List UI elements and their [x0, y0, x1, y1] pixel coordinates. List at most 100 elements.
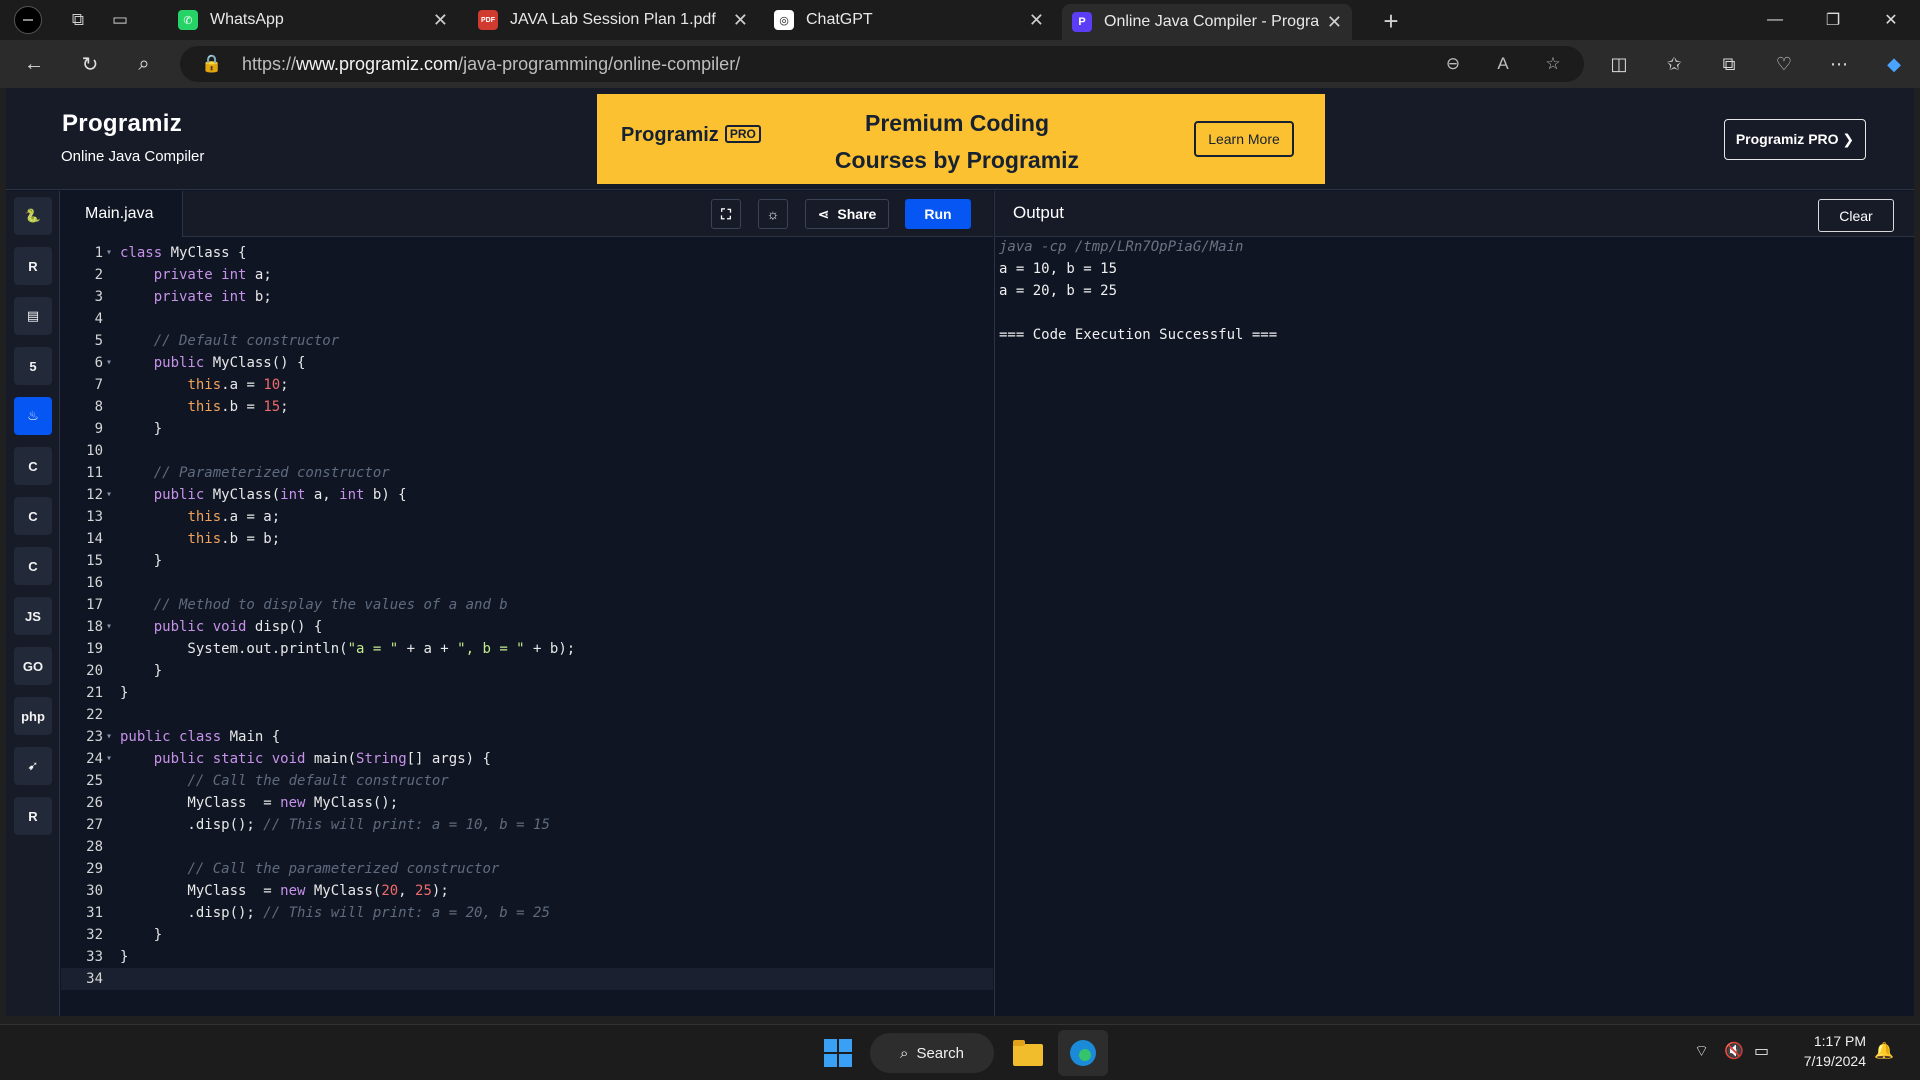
- code-line[interactable]: 15 }: [61, 550, 993, 572]
- code-line[interactable]: 32 }: [61, 924, 993, 946]
- code-line[interactable]: 4: [61, 308, 993, 330]
- edge-icon[interactable]: [1058, 1030, 1108, 1076]
- lang-r-icon[interactable]: R: [14, 247, 52, 285]
- tab-actions-icon[interactable]: ▭: [106, 6, 134, 34]
- notifications-icon[interactable]: 🔔: [1874, 1041, 1894, 1061]
- clear-button[interactable]: Clear: [1818, 199, 1894, 232]
- code-line[interactable]: 6 ▾ public MyClass() {: [61, 352, 993, 374]
- lang-c-icon[interactable]: C: [14, 447, 52, 485]
- programiz-pro-button[interactable]: Programiz PRO ❯: [1724, 119, 1866, 160]
- code-line[interactable]: 17 // Method to display the values of a …: [61, 594, 993, 616]
- fold-arrow-icon[interactable]: ▾: [106, 242, 112, 264]
- tab-chatgpt[interactable]: ◎ ChatGPT ✕: [764, 4, 1054, 36]
- code-line[interactable]: 10: [61, 440, 993, 462]
- tab-pdf[interactable]: PDF JAVA Lab Session Plan 1.pdf ✕: [468, 4, 758, 36]
- taskbar-search[interactable]: ⌕ Search: [870, 1033, 994, 1073]
- url-text[interactable]: https://www.programiz.com/java-programmi…: [242, 54, 740, 75]
- share-button[interactable]: ⋖ Share: [805, 199, 889, 229]
- code-line[interactable]: 9 }: [61, 418, 993, 440]
- url-field[interactable]: 🔒 https://www.programiz.com/java-program…: [180, 46, 1584, 82]
- code-line[interactable]: 18 ▾ public void disp() {: [61, 616, 993, 638]
- fullscreen-icon[interactable]: ⛶: [711, 199, 741, 229]
- back-icon[interactable]: ←: [16, 46, 52, 82]
- lang-swift-icon[interactable]: ➹: [14, 747, 52, 785]
- restore-icon[interactable]: ❐: [1804, 0, 1862, 40]
- lang-go-icon[interactable]: GO: [14, 647, 52, 685]
- lang-csharp-icon[interactable]: C: [14, 547, 52, 585]
- code-line[interactable]: 27 .disp(); // This will print: a = 10, …: [61, 814, 993, 836]
- start-icon[interactable]: [818, 1030, 858, 1076]
- code-line[interactable]: 28: [61, 836, 993, 858]
- lang-java-icon[interactable]: ♨: [14, 397, 52, 435]
- code-line[interactable]: 7 this.a = 10;: [61, 374, 993, 396]
- ad-banner[interactable]: Programiz PRO Premium Coding Courses by P…: [597, 94, 1325, 184]
- lang-php-icon[interactable]: php: [14, 697, 52, 735]
- code-line[interactable]: 12 ▾ public MyClass(int a, int b) {: [61, 484, 993, 506]
- run-button[interactable]: Run: [905, 199, 971, 229]
- lang-cpp-icon[interactable]: C: [14, 497, 52, 535]
- close-tab-icon[interactable]: ✕: [733, 10, 748, 31]
- workspaces-icon[interactable]: ⧉: [64, 6, 92, 34]
- code-line[interactable]: 34: [61, 968, 993, 990]
- code-line[interactable]: 25 // Call the default constructor: [61, 770, 993, 792]
- fold-arrow-icon[interactable]: ▾: [106, 616, 112, 638]
- refresh-icon[interactable]: ↻: [72, 46, 108, 82]
- code-line[interactable]: 19 System.out.println("a = " + a + ", b …: [61, 638, 993, 660]
- code-line[interactable]: 13 this.a = a;: [61, 506, 993, 528]
- code-line[interactable]: 29 // Call the parameterized constructor: [61, 858, 993, 880]
- code-line[interactable]: 23 ▾ public class Main {: [61, 726, 993, 748]
- lang-sql-icon[interactable]: ▤: [14, 297, 52, 335]
- lang-html-icon[interactable]: 5: [14, 347, 52, 385]
- read-aloud-icon[interactable]: A: [1489, 54, 1517, 74]
- file-explorer-icon[interactable]: [1008, 1030, 1048, 1076]
- close-tab-icon[interactable]: ✕: [1029, 10, 1044, 31]
- code-line[interactable]: 24 ▾ public static void main(String[] arg…: [61, 748, 993, 770]
- fold-arrow-icon[interactable]: ▾: [106, 484, 112, 506]
- code-line[interactable]: 26 MyClass = new MyClass();: [61, 792, 993, 814]
- split-screen-icon[interactable]: ◫: [1601, 46, 1637, 82]
- minimize-icon[interactable]: —: [1746, 0, 1804, 40]
- tab-whatsapp[interactable]: ✆ WhatsApp ✕: [168, 4, 458, 36]
- theme-toggle-icon[interactable]: ☼: [758, 199, 788, 229]
- lang-rust-icon[interactable]: R: [14, 797, 52, 835]
- programiz-logo[interactable]: Programiz: [62, 110, 182, 138]
- code-line[interactable]: 22: [61, 704, 993, 726]
- search-icon[interactable]: ⌕: [126, 46, 162, 82]
- code-line[interactable]: 8 this.b = 15;: [61, 396, 993, 418]
- code-line[interactable]: 30 MyClass = new MyClass(20, 25);: [61, 880, 993, 902]
- fold-arrow-icon[interactable]: ▾: [106, 352, 112, 374]
- more-options-icon[interactable]: ⋯: [1821, 46, 1857, 82]
- system-clock[interactable]: 1:17 PM 7/19/2024: [1780, 1031, 1866, 1071]
- code-line[interactable]: 11 // Parameterized constructor: [61, 462, 993, 484]
- code-line[interactable]: 16: [61, 572, 993, 594]
- collections-icon[interactable]: ⧉: [1711, 46, 1747, 82]
- code-line[interactable]: 1 ▾ class MyClass {: [61, 242, 993, 264]
- fold-arrow-icon[interactable]: ▾: [106, 748, 112, 770]
- code-line[interactable]: 21}: [61, 682, 993, 704]
- new-tab-button[interactable]: +: [1376, 6, 1406, 37]
- profile-icon[interactable]: [14, 6, 42, 34]
- wifi-icon[interactable]: ⌔: [1694, 1041, 1709, 1061]
- favorite-star-icon[interactable]: ☆: [1539, 54, 1567, 74]
- lang-python-icon[interactable]: 🐍: [14, 197, 52, 235]
- learn-more-button[interactable]: Learn More: [1194, 121, 1294, 157]
- file-tab-main-java[interactable]: Main.java: [61, 191, 183, 237]
- close-tab-icon[interactable]: ✕: [433, 10, 448, 31]
- copilot-icon[interactable]: ◆: [1876, 46, 1912, 82]
- favorites-icon[interactable]: ✩: [1656, 46, 1692, 82]
- zoom-icon[interactable]: ⊖: [1439, 54, 1467, 74]
- close-window-icon[interactable]: ✕: [1862, 0, 1920, 40]
- code-line[interactable]: 5 // Default constructor: [61, 330, 993, 352]
- volume-muted-icon[interactable]: 🔇: [1724, 1041, 1744, 1061]
- code-editor[interactable]: 1 ▾ class MyClass {2 private int a; 3 priva…: [61, 237, 993, 1016]
- fold-arrow-icon[interactable]: ▾: [106, 726, 112, 748]
- code-line[interactable]: 3 private int b;: [61, 286, 993, 308]
- code-line[interactable]: 33}: [61, 946, 993, 968]
- close-tab-icon[interactable]: ✕: [1327, 12, 1342, 33]
- lang-js-icon[interactable]: JS: [14, 597, 52, 635]
- browser-essentials-icon[interactable]: ♡: [1766, 46, 1802, 82]
- code-line[interactable]: 2 private int a;: [61, 264, 993, 286]
- lock-icon[interactable]: 🔒: [198, 54, 226, 74]
- battery-icon[interactable]: ▭: [1754, 1041, 1769, 1061]
- code-line[interactable]: 20 }: [61, 660, 993, 682]
